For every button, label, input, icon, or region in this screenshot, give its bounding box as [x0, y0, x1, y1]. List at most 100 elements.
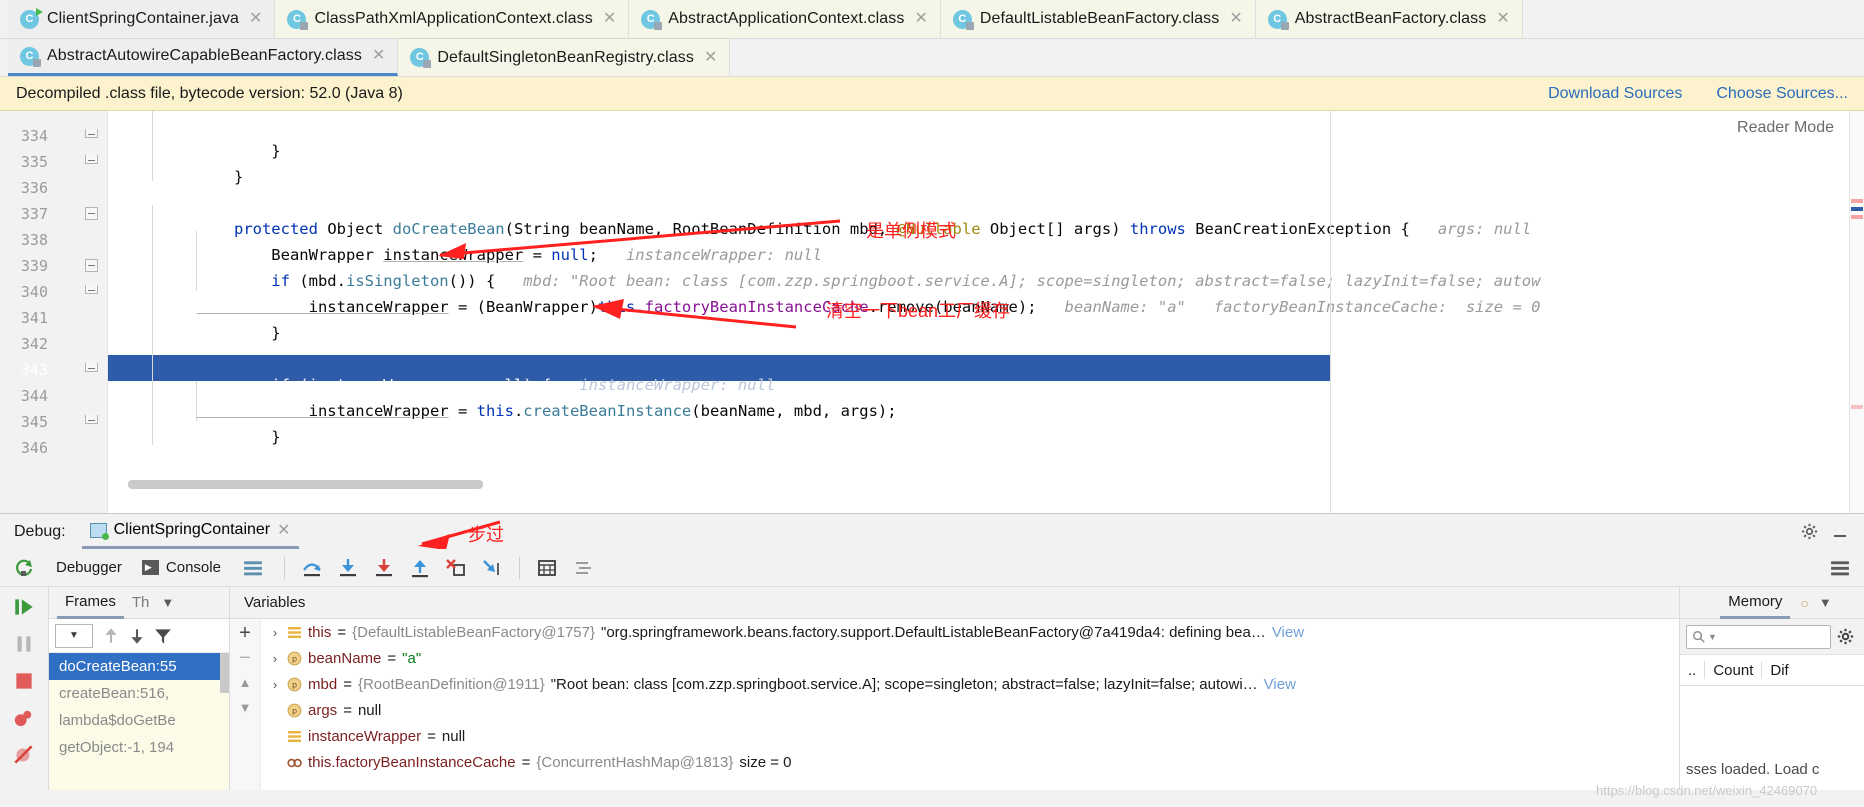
error-marker[interactable] [1851, 199, 1863, 203]
view-link[interactable]: View [1264, 676, 1296, 693]
fold-marker-icon[interactable] [85, 285, 98, 294]
variable-row-beanname[interactable]: › p beanName = "a" [261, 645, 1679, 671]
frame-down-icon[interactable] [127, 626, 147, 646]
frame-item-getobject[interactable]: getObject:-1, 194 [49, 734, 229, 761]
fold-marker-icon[interactable] [85, 415, 98, 424]
close-icon[interactable]: ✕ [370, 48, 385, 64]
editor-marker-bar[interactable] [1849, 111, 1864, 513]
editor-tab-abstractbeanfactory[interactable]: AbstractBeanFactory.class ✕ [1255, 0, 1523, 38]
step-into-icon[interactable] [337, 557, 359, 579]
fold-marker-icon[interactable] [85, 155, 98, 164]
move-down-icon[interactable]: ▼ [239, 700, 252, 715]
gear-icon[interactable] [1837, 628, 1854, 645]
layout-icon[interactable] [243, 560, 263, 576]
editor-tab-defaultlistablebeanfactory[interactable]: DefaultListableBeanFactory.class ✕ [940, 0, 1256, 38]
line-number: 342 [20, 335, 48, 353]
debug-body: Frames Th ▼ ▼ doCreateBean:55 createBean… [0, 587, 1864, 790]
step-over-icon[interactable] [301, 557, 323, 579]
download-sources-link[interactable]: Download Sources [1548, 85, 1682, 103]
variable-row-this[interactable]: › this = {DefaultListableBeanFactory@175… [261, 619, 1679, 645]
fold-marker-icon[interactable] [85, 207, 98, 220]
frame-item-createbean[interactable]: createBean:516, [49, 680, 229, 707]
debug-session-tab[interactable]: ClientSpringContainer ✕ [81, 515, 299, 549]
view-link[interactable]: View [1272, 624, 1304, 641]
memory-column-diff[interactable]: Dif [1762, 662, 1796, 679]
chevron-down-icon[interactable]: ▼ [1706, 632, 1717, 642]
view-breakpoints-icon[interactable] [12, 706, 36, 730]
tab-frames[interactable]: Frames [57, 586, 124, 619]
frames-pane: Frames Th ▼ ▼ doCreateBean:55 createBean… [49, 587, 230, 790]
error-marker[interactable] [1851, 405, 1863, 409]
thread-selector-dropdown[interactable]: ▼ [55, 623, 93, 648]
fold-marker-icon[interactable] [85, 363, 98, 372]
gear-icon[interactable] [1801, 523, 1818, 540]
reader-mode-label[interactable]: Reader Mode [1737, 119, 1834, 137]
editor-tab-classpathxmlapplicationcontext[interactable]: ClassPathXmlApplicationContext.class ✕ [275, 0, 630, 38]
close-icon[interactable]: ✕ [247, 11, 262, 27]
code-line-345: } [122, 410, 280, 464]
chevron-down-icon[interactable]: ▼ [157, 595, 174, 610]
tab-console[interactable]: ▶ Console [132, 559, 231, 576]
memory-column-count[interactable]: Count [1705, 662, 1761, 679]
editor-tab-abstractautowirecapablebeanfactory[interactable]: AbstractAutowireCapableBeanFactory.class… [8, 39, 399, 76]
expand-chevron-icon[interactable]: › [269, 677, 281, 692]
choose-sources-link[interactable]: Choose Sources... [1716, 85, 1848, 103]
variable-row-instancewrapper[interactable]: instanceWrapper = null [261, 723, 1679, 749]
expand-chevron-icon[interactable]: › [269, 651, 281, 666]
close-icon[interactable]: ✕ [1494, 11, 1509, 27]
object-icon [288, 626, 301, 638]
close-icon[interactable]: ✕ [702, 49, 717, 66]
move-up-icon[interactable]: ▲ [239, 675, 252, 690]
editor-tab-row-2: AbstractAutowireCapableBeanFactory.class… [0, 39, 1864, 77]
step-out-icon[interactable] [409, 557, 431, 579]
expand-chevron-icon[interactable]: › [269, 625, 281, 640]
frames-pane-header: Frames Th ▼ [49, 587, 229, 619]
tab-debugger[interactable]: Debugger [46, 559, 132, 576]
run-to-cursor-icon[interactable] [481, 557, 503, 579]
close-icon[interactable]: ✕ [601, 11, 616, 27]
editor-tab-defaultsingletonbeanregistry[interactable]: DefaultSingletonBeanRegistry.class ✕ [398, 39, 731, 76]
variable-row-mbd[interactable]: › p mbd = {RootBeanDefinition@1911} "Roo… [261, 671, 1679, 697]
search-icon [1693, 630, 1705, 643]
tab-threads[interactable]: Th [124, 594, 158, 611]
error-marker[interactable] [1851, 215, 1863, 219]
close-icon[interactable]: ✕ [912, 11, 927, 27]
add-watch-icon[interactable]: + [239, 623, 251, 643]
variable-row-args[interactable]: p args = null [261, 697, 1679, 723]
memory-search-input[interactable]: ▼ [1686, 624, 1831, 649]
fold-marker-icon[interactable] [85, 259, 98, 272]
variable-row-factorybeaninstancecache[interactable]: this.factoryBeanInstanceCache = {Concurr… [261, 749, 1679, 775]
show-frames-icon[interactable] [572, 557, 594, 579]
code-surface[interactable]: } } protected Object doCreateBean(String… [108, 111, 1864, 513]
caret-marker[interactable] [1851, 207, 1863, 211]
frame-item-lambda-dogetbean[interactable]: lambda$doGetBe [49, 707, 229, 734]
chevron-down-icon[interactable]: ▼ [1809, 595, 1832, 610]
resume-icon[interactable] [12, 595, 36, 619]
drop-frame-icon[interactable] [445, 557, 467, 579]
close-icon[interactable]: ✕ [277, 520, 290, 540]
editor-horizontal-scrollbar[interactable] [128, 480, 483, 489]
remove-watch-icon[interactable]: − [239, 648, 251, 668]
settings-stack-icon[interactable] [1830, 560, 1850, 576]
mute-breakpoints-icon[interactable] [12, 743, 36, 767]
force-step-into-icon[interactable] [373, 557, 395, 579]
editor-fold-column[interactable] [79, 111, 108, 513]
variables-list[interactable]: › this = {DefaultListableBeanFactory@175… [261, 619, 1679, 790]
rerun-icon[interactable] [14, 558, 34, 578]
frames-list[interactable]: doCreateBean:55 createBean:516, lambda$d… [49, 653, 229, 790]
fold-marker-icon[interactable] [85, 129, 98, 138]
code-editor[interactable]: 334 335 336 337 338 339 340 341 342 343 … [0, 111, 1864, 513]
editor-tab-abstractapplicationcontext[interactable]: AbstractApplicationContext.class ✕ [629, 0, 941, 38]
evaluate-expression-icon[interactable] [536, 557, 558, 579]
pause-icon[interactable] [12, 632, 36, 656]
filter-icon[interactable] [153, 626, 173, 646]
hide-icon[interactable] [1832, 524, 1848, 540]
editor-tab-clientspringcontainer[interactable]: ClientSpringContainer.java ✕ [8, 0, 276, 38]
memory-title[interactable]: Memory [1720, 586, 1791, 619]
close-icon[interactable]: ✕ [1227, 11, 1242, 27]
memory-column-class[interactable]: .. [1680, 662, 1704, 679]
frames-vertical-scrollbar[interactable] [220, 653, 229, 693]
frame-up-icon[interactable] [101, 626, 121, 646]
frame-item-docreatebean[interactable]: doCreateBean:55 [49, 653, 229, 680]
stop-icon[interactable] [12, 669, 36, 693]
